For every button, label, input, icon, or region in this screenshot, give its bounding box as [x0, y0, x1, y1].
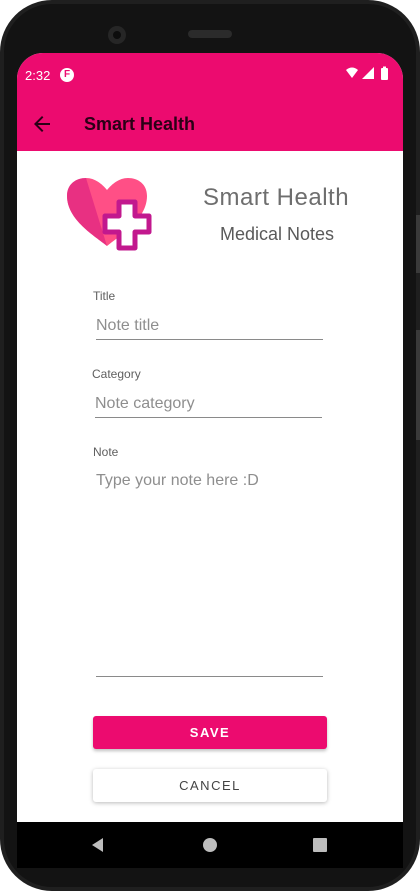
phone-frame: 2:32 F Smart Health Smart Health Medical…	[0, 0, 420, 891]
power-button	[416, 330, 420, 440]
status-bar: 2:32 F	[17, 53, 403, 97]
volume-button	[416, 215, 420, 273]
app-screen: 2:32 F Smart Health Smart Health Medical…	[17, 53, 403, 858]
home-circle-icon	[203, 838, 217, 852]
category-label: Category	[92, 367, 141, 381]
heart-plus-icon	[67, 178, 152, 251]
status-icons	[345, 66, 395, 82]
back-button[interactable]	[30, 112, 54, 136]
battery-icon	[381, 68, 388, 80]
back-triangle-icon	[92, 838, 103, 852]
arrow-back-icon	[34, 116, 50, 132]
title-input[interactable]	[96, 317, 323, 340]
wifi-icon	[346, 67, 358, 78]
app-notification-icon: F	[60, 68, 74, 82]
app-bar: Smart Health	[17, 97, 403, 151]
front-camera	[108, 26, 126, 44]
note-label: Note	[93, 445, 119, 459]
title-label: Title	[93, 289, 116, 303]
navigation-bar	[17, 822, 403, 868]
nav-recents-button[interactable]	[310, 835, 330, 855]
note-textarea[interactable]	[96, 472, 323, 677]
recents-square-icon	[313, 838, 327, 852]
brand-title: Smart Health	[203, 184, 350, 211]
cancel-button[interactable]: CANCEL	[93, 769, 327, 802]
brand-subtitle: Medical Notes	[220, 224, 335, 244]
nav-back-button[interactable]	[88, 835, 108, 855]
status-time: 2:32	[25, 68, 51, 83]
signal-icon	[362, 67, 374, 79]
earpiece-speaker	[188, 30, 232, 38]
category-input[interactable]	[95, 395, 322, 418]
app-bar-title: Smart Health	[84, 114, 196, 134]
nav-home-button[interactable]	[200, 835, 220, 855]
save-button[interactable]: SAVE	[93, 716, 327, 749]
